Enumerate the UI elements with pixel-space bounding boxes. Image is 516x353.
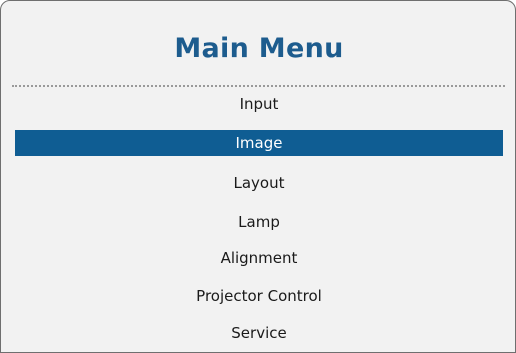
- menu-item-projector-control[interactable]: Projector Control: [15, 283, 503, 309]
- menu-item-image[interactable]: Image: [15, 130, 503, 156]
- menu-item-service[interactable]: Service: [15, 320, 503, 346]
- menu-title: Main Menu: [174, 33, 344, 64]
- main-menu-panel: Main Menu Input Image Layout Lamp Alignm…: [0, 0, 516, 353]
- menu-item-alignment[interactable]: Alignment: [15, 245, 503, 271]
- menu-item-layout[interactable]: Layout: [15, 170, 503, 196]
- menu-item-input[interactable]: Input: [15, 91, 503, 117]
- title-divider: [12, 85, 505, 87]
- menu-item-lamp[interactable]: Lamp: [15, 209, 503, 235]
